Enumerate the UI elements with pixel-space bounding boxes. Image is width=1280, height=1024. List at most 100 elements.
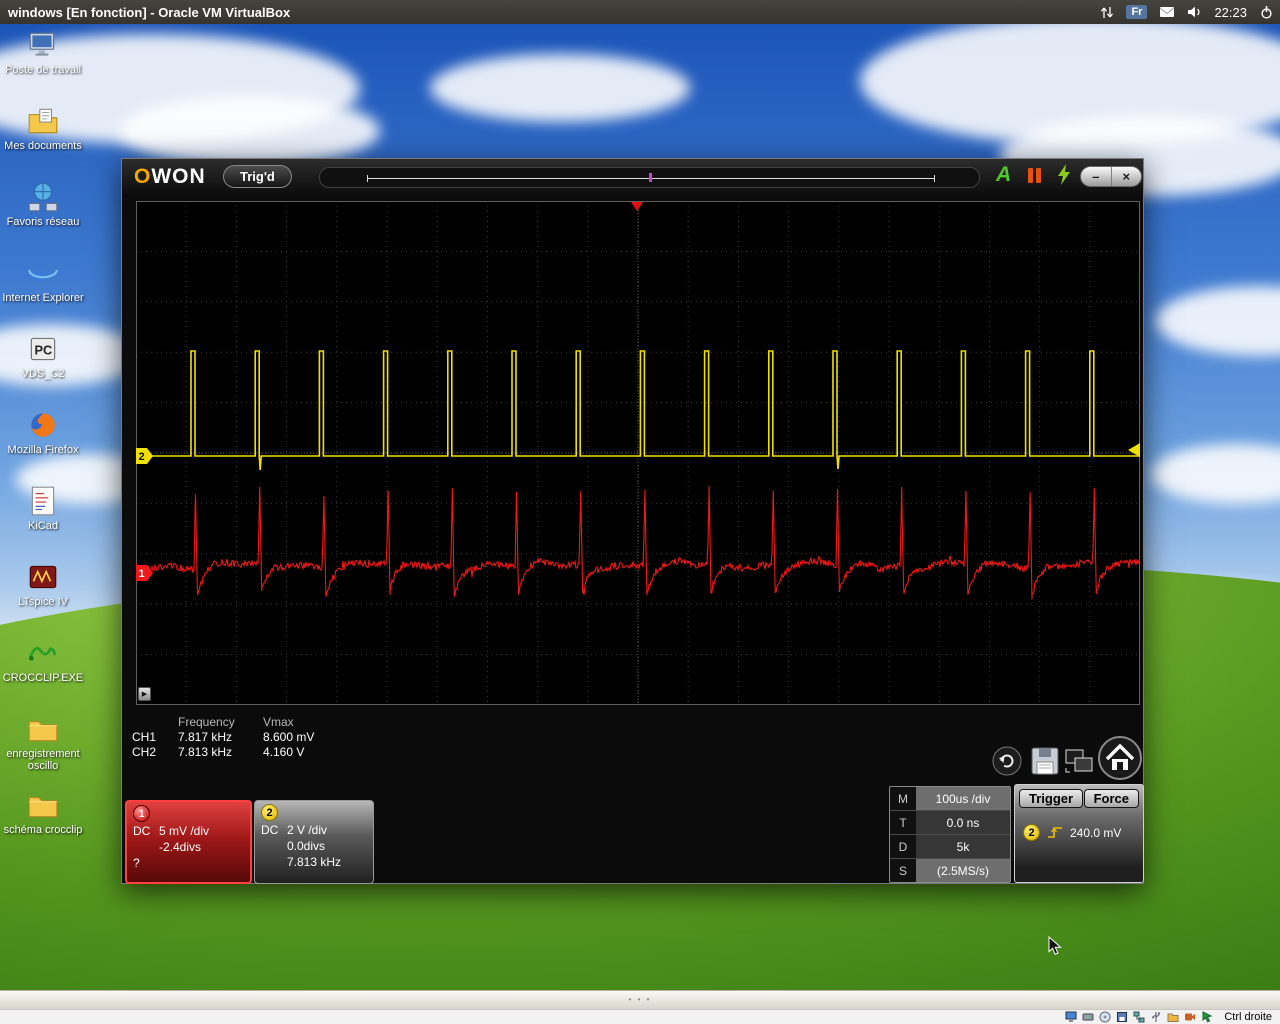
- virtualbox-titlebar[interactable]: windows [En fonction] - Oracle VM Virtua…: [0, 0, 1280, 24]
- trigger-panel[interactable]: Trigger Force 2 240.0 mV: [1014, 784, 1144, 883]
- taskbar-grip[interactable]: • • •: [629, 996, 652, 1004]
- video-capture-status-icon[interactable]: [1184, 1011, 1196, 1023]
- logo-rest: WON: [151, 165, 206, 188]
- window-copy-icon[interactable]: [1063, 745, 1095, 777]
- autoset-icon[interactable]: A: [996, 163, 1011, 187]
- desktop-icon-kicad[interactable]: KiCad: [1, 484, 85, 556]
- horizontal-position-bar[interactable]: [319, 167, 980, 188]
- position-tick-right: [934, 175, 935, 182]
- timebase-row-t[interactable]: T 0.0 ns: [890, 811, 1010, 835]
- desktop-icon-vds-c2[interactable]: PC VDS_C2: [1, 332, 85, 404]
- updown-arrows-icon[interactable]: [1100, 6, 1114, 19]
- mouse-integration-status-icon[interactable]: [1201, 1011, 1213, 1023]
- home-icon[interactable]: [1097, 735, 1143, 781]
- ch1-offset: -2.4divs: [159, 840, 202, 854]
- computer-icon: [29, 32, 55, 56]
- timebase-row-s[interactable]: S (2.5MS/s): [890, 859, 1010, 882]
- oscilloscope-window: OWON Trig'd A – × 21 ▶ Frequency Vmax CH…: [121, 158, 1144, 884]
- optical-disc-status-icon[interactable]: [1099, 1011, 1111, 1023]
- window-title: windows [En fonction] - Oracle VM Virtua…: [8, 4, 291, 20]
- volume-icon[interactable]: [1187, 6, 1202, 18]
- expand-button[interactable]: ▶: [138, 687, 151, 701]
- pc-app-icon: PC: [30, 337, 56, 361]
- desktop-icon-schema-crocclip[interactable]: schéma crocclip: [1, 788, 85, 860]
- timebase-panel[interactable]: M 100us /div T 0.0 ns D 5k S (2.5MS/s): [889, 786, 1011, 883]
- svg-text:2: 2: [139, 451, 145, 463]
- timebase-key-m: M: [890, 787, 916, 810]
- cloud: [120, 96, 380, 166]
- save-icon[interactable]: [1029, 745, 1061, 777]
- run-stop-icon[interactable]: [1028, 168, 1041, 183]
- ch1-frequency: ?: [133, 856, 140, 870]
- hard-disk-status-icon[interactable]: [1082, 1011, 1094, 1023]
- window-controls: – ×: [1080, 166, 1142, 187]
- desktop-icon-enregistrement-oscillo[interactable]: enregistrement oscillo: [1, 712, 85, 784]
- icon-label: Favoris réseau: [6, 216, 80, 228]
- cloud: [430, 54, 690, 122]
- scope-titlebar: OWON Trig'd A – ×: [122, 159, 1143, 197]
- ch2-coupling: DC: [261, 823, 279, 837]
- ch1-coupling: DC: [133, 824, 151, 838]
- network-status-icon[interactable]: [1133, 1011, 1145, 1023]
- trigger-status-badge: Trig'd: [223, 165, 292, 188]
- single-trigger-icon[interactable]: [1058, 164, 1072, 186]
- scope-display: 21 ▶: [136, 201, 1140, 705]
- folder-icon: [28, 721, 58, 742]
- timebase-row-d[interactable]: D 5k: [890, 835, 1010, 859]
- meas-row-ch2: CH2 7.813 kHz 4.160 V: [132, 745, 355, 760]
- measurements: Frequency Vmax CH1 7.817 kHz 8.600 mV CH…: [132, 715, 355, 760]
- power-icon[interactable]: [1259, 5, 1274, 20]
- desktop-icon-crocclip[interactable]: CROCCLIP.EXE: [1, 636, 85, 708]
- icon-label: Internet Explorer: [2, 292, 84, 304]
- recall-icon[interactable]: [991, 745, 1023, 777]
- trigger-level-marker[interactable]: [1128, 443, 1140, 457]
- meas-ch2-label: CH2: [132, 745, 157, 759]
- timebase-value-m: 100us /div: [916, 787, 1010, 810]
- timebase-row-m[interactable]: M 100us /div: [890, 787, 1010, 811]
- minimize-button[interactable]: –: [1081, 167, 1111, 186]
- mail-icon[interactable]: [1159, 6, 1175, 18]
- kicad-icon: [31, 486, 55, 516]
- keyboard-layout-indicator[interactable]: Fr: [1126, 5, 1148, 19]
- icon-label: CROCCLIP.EXE: [2, 672, 84, 684]
- channel1-panel[interactable]: 1 DC 5 mV /div -2.4divs ?: [125, 800, 252, 884]
- channel2-panel[interactable]: 2 DC 2 V /div 0.0divs 7.813 kHz: [254, 800, 374, 884]
- clock[interactable]: 22:23: [1214, 5, 1247, 20]
- meas-ch1-label: CH1: [132, 730, 157, 744]
- display-status-icon[interactable]: [1065, 1011, 1077, 1023]
- virtualbox-statusbar: Ctrl droite: [0, 1009, 1280, 1024]
- force-button[interactable]: Force: [1083, 789, 1139, 808]
- waveform-canvas: 21: [136, 201, 1140, 705]
- guest-taskbar[interactable]: • • •: [0, 990, 1280, 1009]
- rising-edge-icon: [1048, 827, 1062, 838]
- channel2-badge: 2: [261, 804, 278, 821]
- desktop-icon-ltspice[interactable]: LTspice IV: [1, 560, 85, 632]
- trigger-button[interactable]: Trigger: [1019, 789, 1084, 808]
- close-button[interactable]: ×: [1110, 167, 1142, 186]
- meas-ch1-vmax: 8.600 mV: [263, 730, 315, 744]
- icon-label: enregistrement oscillo: [6, 748, 80, 772]
- host-key-indicator: Ctrl droite: [1224, 1011, 1272, 1023]
- desktop-icon-mes-documents[interactable]: Mes documents: [1, 104, 85, 176]
- timebase-key-s: S: [890, 859, 916, 882]
- trigger-time-marker[interactable]: [631, 202, 643, 211]
- crocclip-icon: [28, 646, 57, 661]
- ltspice-icon: [29, 565, 57, 589]
- cloud: [1150, 444, 1280, 504]
- usb-status-icon[interactable]: [1150, 1011, 1162, 1023]
- floppy-status-icon[interactable]: [1116, 1011, 1128, 1023]
- cloud: [1155, 286, 1280, 356]
- shared-folders-status-icon[interactable]: [1167, 1011, 1179, 1023]
- trigger-position-marker[interactable]: [648, 173, 652, 182]
- meas-ch2-frequency: 7.813 kHz: [178, 745, 233, 759]
- ch2-offset: 0.0divs: [287, 839, 326, 853]
- timebase-key-d: D: [890, 835, 916, 858]
- meas-ch2-vmax: 4.160 V: [263, 745, 305, 759]
- meas-spacer: [132, 715, 178, 730]
- desktop-icon-favoris-reseau[interactable]: Favoris réseau: [1, 180, 85, 252]
- desktop-icon-poste-de-travail[interactable]: Poste de travail: [1, 28, 85, 100]
- desktop-icon-internet-explorer[interactable]: e Internet Explorer: [1, 256, 85, 328]
- desktop-icon-firefox[interactable]: Mozilla Firefox: [1, 408, 85, 480]
- network-icon: [28, 182, 58, 212]
- svg-text:1: 1: [139, 568, 145, 580]
